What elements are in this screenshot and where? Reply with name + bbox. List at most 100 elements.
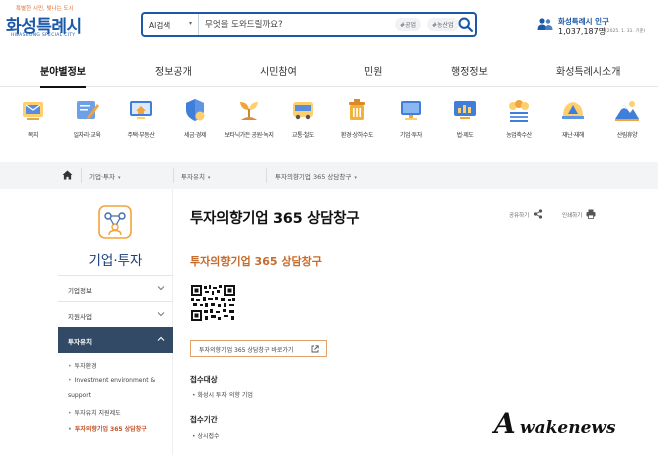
category-disaster[interactable]: 재난·재해: [544, 92, 602, 156]
category-label: 교통·철도: [292, 132, 314, 139]
search-input[interactable]: [205, 18, 385, 32]
site-logo[interactable]: 특별한 시민, 빛나는 도시 화성특례시 HWASEONG SPECIAL CI…: [6, 4, 88, 40]
category-label: 복지: [27, 132, 39, 139]
pencil-icon: [77, 101, 99, 119]
chart-icon: [454, 101, 476, 119]
warning-icon: [562, 102, 584, 119]
main-nav: 분야별정보 정보공개 시민참여 민원 행정정보 화성특례시소개: [0, 55, 658, 88]
logo-subtext: HWASEONG SPECIAL CITY: [11, 33, 76, 38]
category-transport[interactable]: 교통·철도: [274, 92, 332, 156]
nav-admin-info[interactable]: 행정정보: [451, 63, 488, 78]
watermark-initial: A: [494, 407, 516, 440]
chevron-down-icon: ▾: [118, 175, 121, 181]
print-button[interactable]: 인쇄하기: [562, 211, 582, 219]
nav-citizen-participation[interactable]: 시민참여: [260, 63, 297, 78]
mail-icon: [23, 102, 43, 120]
category-label: 세금·경제: [184, 132, 206, 139]
printer-icon[interactable]: [586, 209, 596, 219]
mountain-icon: [615, 101, 639, 121]
chevron-down-icon: ▾: [207, 175, 211, 181]
category-label: 일자리·교육: [73, 132, 101, 139]
computer-icon: [401, 101, 421, 120]
category-welfare[interactable]: 복지: [4, 92, 62, 156]
side-menu-title: 기업·투자: [88, 253, 143, 269]
info-list-item: 화성시 투자 의향 기업: [192, 390, 252, 399]
search-tag[interactable]: #공업: [395, 18, 422, 31]
breadcrumb-item[interactable]: 투자유치 ▾: [181, 171, 210, 181]
watermark-text: wakenews: [520, 418, 616, 438]
category-housing[interactable]: 주택·부동산: [112, 92, 170, 156]
side-submenu-item[interactable]: 투자유치 지원제도: [68, 408, 121, 417]
header: 특별한 시민, 빛나는 도시 화성특례시 HWASEONG SPECIAL CI…: [0, 0, 658, 50]
search-icon[interactable]: [457, 16, 474, 33]
category-jobs-education[interactable]: 일자리·교육: [58, 92, 116, 156]
crop-icon: [509, 100, 529, 122]
category-law-system[interactable]: 법·제도: [436, 92, 494, 156]
category-parks-green[interactable]: 보타닉가든 공원·녹지: [220, 92, 278, 156]
population-widget: 화성특례시 인구 1,037,187명 (2025. 1. 31. 기준): [534, 14, 654, 38]
side-menu-business-info[interactable]: 기업정보: [58, 275, 173, 301]
chevron-down-icon: ▾: [354, 175, 357, 181]
breadcrumb-item[interactable]: 투자의향기업 365 상담창구 ▾: [275, 171, 357, 181]
nav-civil-complaints[interactable]: 민원: [364, 63, 382, 78]
population-date: (2025. 1. 31. 기준): [605, 29, 646, 34]
sprout-icon: [240, 102, 258, 120]
info-heading: 접수기간: [190, 415, 218, 424]
category-label: 기업·투자: [400, 132, 422, 139]
search-scope-select[interactable]: AI검색 ▾: [143, 14, 199, 35]
chevron-up-icon: [157, 336, 165, 341]
go-to-counseling-link[interactable]: 투자의향기업 365 상담창구 바로가기: [190, 340, 327, 357]
breadcrumb-divider: [266, 168, 267, 183]
search-tag[interactable]: #농산업: [427, 18, 459, 31]
people-icon: [537, 18, 553, 30]
category-agriculture[interactable]: 농업축수산: [490, 92, 548, 156]
watermark: A wakenews: [494, 407, 644, 447]
category-label: 주택·부동산: [127, 132, 155, 139]
category-environment-water[interactable]: 환경·상하수도: [328, 92, 386, 156]
bus-icon: [293, 102, 313, 120]
category-label: 농업축수산: [506, 132, 532, 139]
page-title: 투자의향기업 365 상담창구: [190, 211, 360, 227]
category-label: 보타닉가든 공원·녹지: [224, 132, 274, 139]
share-button[interactable]: 공유하기: [509, 211, 529, 219]
category-label: 재난·재해: [562, 132, 584, 139]
breadcrumb: 기업·투자 ▾ 투자유치 ▾ 투자의향기업 365 상담창구 ▾: [0, 162, 658, 189]
side-menu: 기업·투자 기업정보 지원사업 투자유치 투자환경 Investment env…: [58, 189, 173, 455]
nav-field-info[interactable]: 분야별정보: [40, 63, 86, 88]
chevron-down-icon: ▾: [188, 20, 192, 27]
side-submenu-item-active[interactable]: 투자의향기업 365 상담창구: [68, 424, 147, 433]
chevron-down-icon: [157, 312, 165, 317]
info-list-item: 상시접수: [192, 431, 219, 440]
info-heading: 접수대상: [190, 375, 218, 384]
nav-city-intro[interactable]: 화성특례시소개: [556, 63, 620, 78]
side-submenu-item-cont[interactable]: support: [68, 392, 91, 399]
category-label: 법·제도: [456, 132, 474, 139]
trash-icon: [349, 99, 365, 120]
category-forest-recreation[interactable]: 산림휴양: [598, 92, 656, 156]
side-submenu-item[interactable]: Investment environment &: [68, 377, 156, 384]
breadcrumb-item[interactable]: 기업·투자 ▾: [89, 171, 121, 181]
shield-icon: [186, 99, 205, 121]
category-tax-economy[interactable]: 세금·경제: [166, 92, 224, 156]
logo-slogan: 특별한 시민, 빛나는 도시: [16, 6, 74, 12]
side-submenu-item[interactable]: 투자환경: [68, 361, 97, 370]
search-scope-label: AI검색: [149, 21, 171, 30]
side-menu-support-programs[interactable]: 지원사업: [58, 301, 173, 327]
share-icon[interactable]: [533, 209, 543, 219]
side-menu-investment-attraction[interactable]: 투자유치: [58, 327, 173, 353]
external-link-icon: [311, 345, 319, 353]
nav-info-disclosure[interactable]: 정보공개: [155, 63, 192, 78]
search-box: AI검색 ▾ #공업 #농산업: [141, 12, 477, 37]
monitor-house-icon: [130, 101, 152, 119]
category-label: 환경·상하수도: [340, 132, 374, 139]
category-business-investment[interactable]: 기업·투자: [382, 92, 440, 156]
population-count: 1,037,187명: [558, 27, 607, 36]
breadcrumb-divider: [173, 168, 174, 183]
link-label: 투자의향기업 365 상담창구 바로가기: [199, 347, 294, 354]
home-icon[interactable]: [62, 170, 73, 180]
section-title: 투자의향기업 365 상담창구: [190, 255, 322, 268]
category-bar: 복지 일자리·교육 주택·부동산 세금·경제 보타닉가든 공원·녹지 교통·철도…: [0, 92, 658, 156]
chevron-down-icon: [157, 286, 165, 291]
breadcrumb-divider: [81, 168, 82, 183]
qr-code-image: [190, 284, 236, 322]
